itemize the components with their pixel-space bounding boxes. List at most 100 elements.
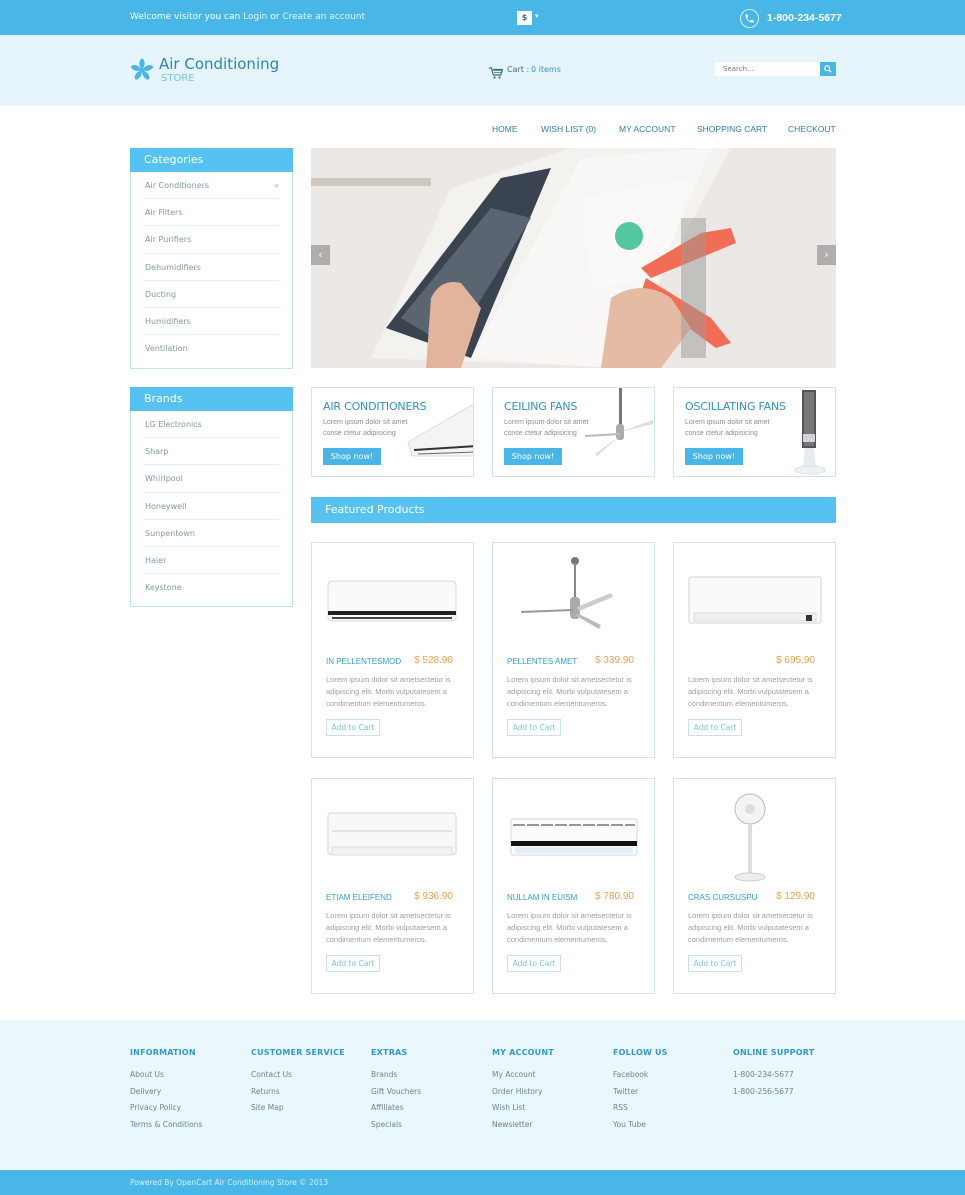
- brand-item[interactable]: Keystone: [144, 574, 279, 601]
- product-price: $ 780.90: [595, 891, 634, 902]
- brand-item[interactable]: Whirlpool: [144, 465, 279, 493]
- support-phone: 1-800-256-5677: [733, 1086, 794, 1096]
- currency-selector[interactable]: $: [517, 11, 532, 25]
- cart-count[interactable]: 0 items: [531, 65, 561, 74]
- footer-link[interactable]: Contact Us: [251, 1070, 345, 1087]
- add-to-cart-button[interactable]: Add to Cart: [688, 719, 742, 736]
- footer-link[interactable]: Facebook: [613, 1070, 668, 1087]
- bottom-bar: Powered By OpenCart Air Conditioning Sto…: [0, 1170, 965, 1195]
- category-item[interactable]: Air Filters: [144, 199, 279, 227]
- nav-home[interactable]: HOME: [492, 124, 518, 134]
- footer-link[interactable]: Order History: [492, 1087, 554, 1104]
- footer-column-follow-us: FOLLOW US Facebook Twitter RSS You Tube: [613, 1048, 668, 1136]
- product-image[interactable]: [684, 789, 825, 884]
- logo-fan-icon[interactable]: [130, 58, 154, 86]
- slider-prev-button[interactable]: ‹: [311, 245, 330, 265]
- nav-checkout[interactable]: CHECKOUT: [788, 124, 836, 134]
- product-price: $ 339.90: [595, 655, 634, 666]
- footer-link[interactable]: Specials: [371, 1120, 421, 1137]
- footer-link[interactable]: Twitter: [613, 1087, 668, 1104]
- banner-line: conse ctetur adipisicing: [504, 430, 577, 437]
- shop-now-button[interactable]: Shop now!: [685, 448, 743, 465]
- category-item[interactable]: Air Purifiers: [144, 226, 279, 254]
- footer-link[interactable]: Newsletter: [492, 1120, 554, 1137]
- cart-label[interactable]: Cart :: [507, 65, 529, 74]
- categories-title: Categories: [130, 148, 293, 172]
- category-item[interactable]: Air Conditioners »: [144, 172, 279, 200]
- category-item[interactable]: Ducting: [144, 281, 279, 308]
- login-link[interactable]: Login: [243, 12, 267, 22]
- shop-now-button[interactable]: Shop now!: [504, 448, 562, 465]
- slider-image: [311, 148, 836, 368]
- banner-description: Lorem ipsum dolor sit amet conse ctetur a…: [323, 417, 407, 439]
- brand-item[interactable]: LG Electronics: [144, 411, 279, 439]
- brand-item[interactable]: Honeywell: [144, 493, 279, 520]
- brand-item[interactable]: Sunpentown: [144, 520, 279, 547]
- nav-shopping-cart[interactable]: SHOPPING CART: [697, 124, 767, 134]
- chevron-down-icon[interactable]: ▾: [535, 12, 539, 20]
- product-image[interactable]: [322, 789, 463, 884]
- welcome-text: Welcome visitor you can: [130, 12, 241, 22]
- banner-line: Lorem ipsum dolor sit amet: [323, 419, 408, 426]
- welcome-message: Welcome visitor you can Login or Create …: [130, 12, 365, 22]
- product-name[interactable]: ETIAM ELEIFEND: [326, 893, 392, 902]
- product-image[interactable]: [503, 553, 644, 648]
- banner-oscillating-fans[interactable]: OSCILLATING FANS Lorem ipsum dolor sit a…: [673, 387, 836, 477]
- slider-next-button[interactable]: ›: [817, 245, 836, 265]
- footer-column-extras: EXTRAS Brands Gift Vouchers Affiliates S…: [371, 1048, 421, 1136]
- footer-link[interactable]: You Tube: [613, 1120, 668, 1137]
- footer-link[interactable]: RSS: [613, 1103, 668, 1120]
- brand-item[interactable]: Sharp: [144, 438, 279, 466]
- nav-my-account[interactable]: MY ACCOUNT: [619, 124, 676, 134]
- footer-link[interactable]: Returns: [251, 1087, 345, 1104]
- footer-link[interactable]: My Account: [492, 1070, 554, 1087]
- shop-now-button[interactable]: Shop now!: [323, 448, 381, 465]
- product-card: CRAS CURSUSPU $ 129.90 Lorem ipsum dolor…: [673, 778, 836, 994]
- footer-link[interactable]: Brands: [371, 1070, 421, 1087]
- footer-link[interactable]: Affiliates: [371, 1103, 421, 1120]
- product-name[interactable]: CRAS CURSUSPU: [688, 893, 757, 902]
- footer-heading: EXTRAS: [371, 1048, 408, 1057]
- product-name[interactable]: PELLENTES AMET: [507, 657, 577, 666]
- product-card: NULLAM IN EUISM $ 780.90 Lorem ipsum dol…: [492, 778, 655, 994]
- brands-box: Brands LG Electronics Sharp Whirlpool Ho…: [130, 387, 293, 607]
- product-name[interactable]: IN PELLENTESMOD: [326, 657, 401, 666]
- category-item[interactable]: Dehumidifiers: [144, 254, 279, 281]
- search-icon: [824, 65, 832, 73]
- footer-link[interactable]: About Us: [130, 1070, 202, 1087]
- footer-link[interactable]: Wish List: [492, 1103, 554, 1120]
- brand-item[interactable]: Haier: [144, 547, 279, 575]
- footer-link[interactable]: Privacy Policy: [130, 1103, 202, 1120]
- banner-air-conditioners[interactable]: AIR CONDITIONERS Lorem ipsum dolor sit a…: [311, 387, 474, 477]
- product-name[interactable]: NULLAM IN EUISM: [507, 893, 577, 902]
- add-to-cart-button[interactable]: Add to Cart: [688, 955, 742, 972]
- nav-wish-list[interactable]: WISH LIST (0): [541, 124, 596, 134]
- category-label[interactable]: Air Conditioners: [145, 181, 209, 190]
- footer: INFORMATION About Us Delivery Privacy Po…: [0, 1020, 965, 1170]
- footer-link[interactable]: Delivery: [130, 1087, 202, 1104]
- banner-title: OSCILLATING FANS: [685, 400, 786, 413]
- product-image[interactable]: [684, 553, 825, 648]
- search-button[interactable]: [820, 62, 836, 76]
- hero-slider[interactable]: ‹ ›: [311, 148, 836, 368]
- banner-ceiling-fans[interactable]: CEILING FANS Lorem ipsum dolor sit amet c…: [492, 387, 655, 477]
- add-to-cart-button[interactable]: Add to Cart: [507, 955, 561, 972]
- category-item[interactable]: Ventilation: [144, 335, 279, 362]
- add-to-cart-button[interactable]: Add to Cart: [326, 719, 380, 736]
- search-input[interactable]: [715, 62, 820, 76]
- logo-title[interactable]: Air Conditioning: [159, 55, 279, 73]
- add-to-cart-button[interactable]: Add to Cart: [326, 955, 380, 972]
- cart-icon[interactable]: [489, 64, 504, 83]
- footer-link[interactable]: Terms & Conditions: [130, 1120, 202, 1137]
- category-item[interactable]: Humidifiers: [144, 308, 279, 336]
- top-bar: Welcome visitor you can Login or Create …: [0, 0, 965, 35]
- product-price: $ 129.90: [776, 891, 815, 902]
- product-card: $ 695.90 Lorem ipsum dolor sit ametsecte…: [673, 542, 836, 758]
- product-card: ETIAM ELEIFEND $ 936.90 Lorem ipsum dolo…: [311, 778, 474, 994]
- create-account-link[interactable]: Create an account: [282, 12, 365, 22]
- footer-link[interactable]: Gift Vouchers: [371, 1087, 421, 1104]
- product-image[interactable]: [322, 553, 463, 648]
- product-image[interactable]: [503, 789, 644, 884]
- footer-link[interactable]: Site Map: [251, 1103, 345, 1120]
- add-to-cart-button[interactable]: Add to Cart: [507, 719, 561, 736]
